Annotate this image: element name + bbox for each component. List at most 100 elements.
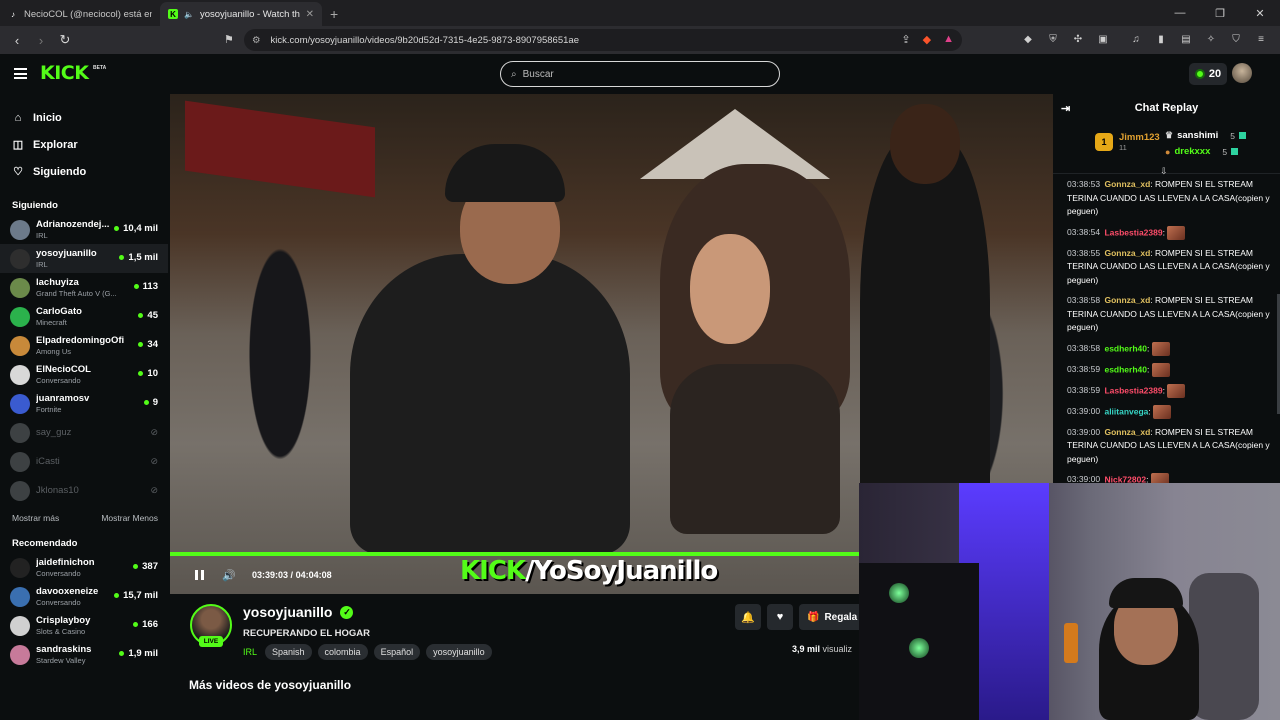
stream-title: RECUPERANDO EL HOGAR <box>243 628 371 639</box>
viewer-number: 387 <box>142 561 158 572</box>
tag-chip[interactable]: yosoyjuanillo <box>426 644 492 660</box>
recommended-channel[interactable]: jaidefinichon Conversando 387 <box>0 553 168 582</box>
search-input[interactable]: ⌕ Buscar <box>500 61 780 87</box>
video-scene-shape <box>350 254 630 554</box>
following-channel[interactable]: lachuyiza Grand Theft Auto V (G... 113 <box>0 273 168 302</box>
new-tab-button[interactable]: + <box>322 2 346 26</box>
expand-leaderboard-icon[interactable]: ⇩ <box>1160 166 1168 177</box>
message-username[interactable]: Lasbestia2389 <box>1104 227 1162 237</box>
viewer-number: 1,9 mil <box>128 648 158 659</box>
nav-buttons: ‹ › ↻ <box>0 31 236 49</box>
close-window-icon[interactable]: ✕ <box>1240 0 1280 26</box>
message-username[interactable]: Lasbestia2389 <box>1104 385 1162 395</box>
tag-chip[interactable]: Spanish <box>265 644 312 660</box>
kick-logo[interactable]: KICK <box>40 62 89 84</box>
show-less-button[interactable]: Mostrar Menos <box>101 513 158 523</box>
category-link[interactable]: IRL <box>243 647 257 657</box>
menu-icon[interactable]: ≡ <box>1254 32 1268 46</box>
nav-item-explorar[interactable]: ◫ Explorar <box>0 131 168 158</box>
message-username[interactable]: esdherh40 <box>1104 364 1147 374</box>
recommended-channel[interactable]: sandraskins Stardew Valley 1,9 mil <box>0 640 168 669</box>
message-username[interactable]: Gonnza_xd <box>1104 427 1150 437</box>
following-channel[interactable]: say_guz ⊘ <box>0 418 168 447</box>
kicks-balance[interactable]: 20 <box>1189 63 1227 85</box>
live-dot-icon <box>138 342 144 347</box>
reload-icon[interactable]: ↻ <box>56 31 74 49</box>
message-time: 03:38:58 <box>1067 295 1101 305</box>
channel-avatar <box>10 248 30 269</box>
following-channel[interactable]: iCasti ⊘ <box>0 447 168 476</box>
extension-icon[interactable]: ◆ <box>1021 32 1035 46</box>
sidebar-icon[interactable]: ▮ <box>1154 32 1168 46</box>
channel-category: IRL <box>36 260 48 269</box>
site-settings-icon[interactable]: ⚙ <box>252 35 261 46</box>
channel-category: Slots & Casino <box>36 627 86 636</box>
notification-bell-button[interactable]: 🔔 <box>735 604 761 630</box>
hamburger-menu-icon[interactable] <box>14 68 27 79</box>
tag-chip[interactable]: colombia <box>317 644 368 660</box>
leaderboard-first: 1 Jimm123 11 <box>1095 132 1160 152</box>
volume-icon[interactable]: 🔊 <box>222 568 236 582</box>
recommended-channel[interactable]: davooxeneize Conversando 15,7 mil <box>0 582 168 611</box>
message-username[interactable]: esdherh40 <box>1104 343 1147 353</box>
message-time: 03:38:59 <box>1067 384 1101 395</box>
viewer-count: 166 <box>133 619 158 630</box>
back-icon[interactable]: ‹ <box>8 31 26 49</box>
user-avatar[interactable] <box>1232 63 1252 83</box>
restore-icon[interactable]: ❐ <box>1200 0 1240 26</box>
offline-camera-icon: ⊘ <box>150 456 158 466</box>
leader-name: Jimm123 <box>1119 132 1160 143</box>
recommended-channel[interactable]: Crisplayboy Slots & Casino 166 <box>0 611 168 640</box>
minimize-icon[interactable]: — <box>1160 0 1200 26</box>
following-channel[interactable]: Jklonas10 ⊘ <box>0 476 168 505</box>
brave-rewards-icon[interactable]: ▲ <box>943 33 954 46</box>
follow-button[interactable]: ♥ <box>767 604 793 630</box>
live-dot-icon <box>114 593 120 598</box>
live-dot-icon <box>133 564 139 569</box>
message-username[interactable]: aliitanvega <box>1104 406 1148 416</box>
channel-username[interactable]: yosoyjuanillo <box>243 604 332 620</box>
forward-icon[interactable]: › <box>32 31 50 49</box>
leo-icon[interactable]: ✧ <box>1204 32 1218 46</box>
message-username[interactable]: Gonnza_xd <box>1104 295 1150 305</box>
puzzle-icon[interactable]: ✣ <box>1071 32 1085 46</box>
pause-icon[interactable] <box>192 568 206 582</box>
following-channel[interactable]: juanramosv Fortnite 9 <box>0 389 168 418</box>
chat-header: ⇥ Chat Replay <box>1053 94 1280 122</box>
show-more-button[interactable]: Mostrar más <box>12 513 59 523</box>
live-dot-icon <box>138 371 144 376</box>
channel-avatar <box>10 393 30 414</box>
kicks-count: 20 <box>1208 68 1222 80</box>
close-tab-icon[interactable]: ✕ <box>306 9 314 20</box>
channel-avatar <box>10 306 30 327</box>
screenshot-icon[interactable]: ▣ <box>1096 32 1110 46</box>
vpn-icon[interactable]: ⛉ <box>1229 32 1243 46</box>
message-username[interactable]: Gonnza_xd <box>1104 248 1150 258</box>
following-channel[interactable]: ElNecioCOL Conversando 10 <box>0 360 168 389</box>
address-bar[interactable]: ⚙ kick.com/yosoyjuanillo/videos/9b20d52d… <box>244 29 962 51</box>
nav-item-siguiendo[interactable]: ♡ Siguiendo <box>0 158 168 185</box>
viewer-number: 10 <box>147 368 158 379</box>
following-toggle: Mostrar más Mostrar Menos <box>0 505 168 531</box>
following-channel[interactable]: yosoyjuanillo IRL 1,5 mil <box>0 244 168 273</box>
chat-message: 03:38:54 Lasbestia2389: <box>1067 225 1270 240</box>
tag-chip[interactable]: Español <box>373 644 421 660</box>
following-channel[interactable]: Adrianozendej... IRL 10,4 mil <box>0 215 168 244</box>
brave-shield-icon[interactable]: ◆ <box>923 33 931 46</box>
music-icon[interactable]: ♫ <box>1129 32 1143 46</box>
chat-message: 03:38:58 esdherh40: <box>1067 341 1270 356</box>
main-nav: ⌂ Inicio ◫ Explorar ♡ Siguiendo <box>0 94 168 185</box>
collapse-chat-icon[interactable]: ⇥ <box>1061 102 1070 115</box>
wallet-icon[interactable]: ▤ <box>1179 32 1193 46</box>
following-list: Adrianozendej... IRL 10,4 mil yosoyjuanillo… <box>0 215 168 505</box>
shield-icon[interactable]: ⛨ <box>1046 32 1060 46</box>
browser-tab-neciocol[interactable]: ♪ NecioCOL (@neciocol) está emitiendo <box>0 2 160 26</box>
following-channel[interactable]: CarloGato Minecraft 45 <box>0 302 168 331</box>
message-username[interactable]: Gonnza_xd <box>1104 179 1150 189</box>
channel-category: Minecraft <box>36 318 67 327</box>
following-channel[interactable]: ElpadredomingoOfi... Among Us 34 <box>0 331 168 360</box>
browser-tab-yosoyjuanillo[interactable]: K 🔈 yosoyjuanillo - Watch the VOD ✕ <box>160 2 322 26</box>
share-icon[interactable]: ⇪ <box>901 33 910 46</box>
bookmark-icon[interactable]: ⚑ <box>224 33 234 46</box>
nav-item-inicio[interactable]: ⌂ Inicio <box>0 104 168 131</box>
